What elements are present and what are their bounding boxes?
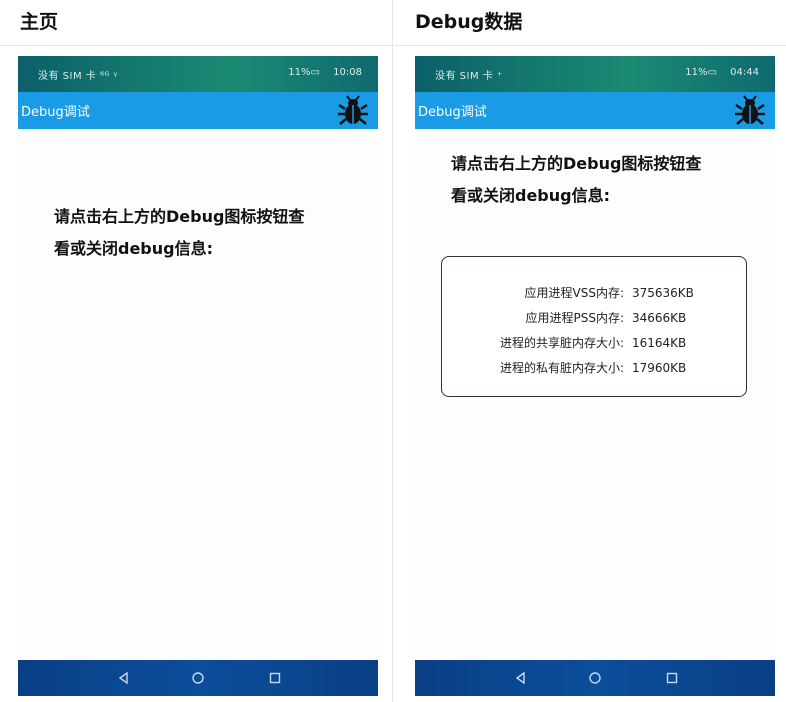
app-title: Debug调试 <box>418 105 487 120</box>
debug-row-shared-dirty: 进程的共享脏内存大小: 16164KB <box>442 332 746 354</box>
clock: 04:44 <box>730 67 759 78</box>
debug-label: 应用进程VSS内存: <box>524 286 625 300</box>
navigation-bar <box>415 660 775 696</box>
debug-value: 34666KB <box>632 311 687 325</box>
app-bar: Debug调试 <box>415 92 775 129</box>
carrier-status: 没有 SIM 卡 ⁶ᴳ ᵞ <box>38 71 118 82</box>
status-bar: 没有 SIM 卡 ⁺ 11%▭ 04:44 <box>415 56 775 92</box>
status-right-group: 11%▭ 04:44 <box>675 67 759 78</box>
status-right-group: 11%▭ 10:08 <box>278 67 362 78</box>
battery-status: 11%▭ <box>288 67 320 78</box>
instruction-line-2: 看或关闭debug信息: <box>54 239 214 258</box>
debug-row-pss: 应用进程PSS内存: 34666KB <box>442 307 746 329</box>
instruction-text: 请点击右上方的Debug图标按钮查 看或关闭debug信息: <box>54 201 354 265</box>
phone-screen: 没有 SIM 卡 ⁺ 11%▭ 04:44 Debug调试 请点击右上方的Deb… <box>415 56 775 696</box>
debug-value: 375636KB <box>632 286 694 300</box>
debug-row-vss: 应用进程VSS内存: 375636KB <box>442 282 746 304</box>
instruction-line-1: 请点击右上方的Debug图标按钮查 <box>54 207 305 226</box>
status-bar: 没有 SIM 卡 ⁶ᴳ ᵞ 11%▭ 10:08 <box>18 56 378 92</box>
app-title: Debug调试 <box>21 105 90 120</box>
home-circle-icon[interactable] <box>190 670 206 686</box>
main-content: 请点击右上方的Debug图标按钮查 看或关闭debug信息: <box>18 129 378 660</box>
carrier-status: 没有 SIM 卡 ⁺ <box>435 71 503 82</box>
bug-icon <box>735 95 765 125</box>
back-triangle-icon[interactable] <box>116 670 132 686</box>
debug-label: 进程的私有脏内存大小: <box>499 361 624 375</box>
battery-status: 11%▭ <box>685 67 717 78</box>
bug-icon <box>338 95 368 125</box>
recent-square-icon[interactable] <box>267 670 283 686</box>
debug-value: 16164KB <box>632 336 687 350</box>
instruction-line-1: 请点击右上方的Debug图标按钮查 <box>451 154 702 173</box>
debug-toggle-button[interactable] <box>733 94 767 128</box>
phone-screen: 没有 SIM 卡 ⁶ᴳ ᵞ 11%▭ 10:08 Debug调试 请点击右上方的… <box>18 56 378 696</box>
app-bar: Debug调试 <box>18 92 378 129</box>
main-content: 请点击右上方的Debug图标按钮查 看或关闭debug信息: 应用进程VSS内存… <box>415 129 775 660</box>
clock: 10:08 <box>333 67 362 78</box>
panel-debug-data: Debug数据 没有 SIM 卡 ⁺ 11%▭ 04:44 Debug调试 请点… <box>393 0 786 702</box>
debug-value: 17960KB <box>632 361 687 375</box>
debug-label: 应用进程PSS内存: <box>525 311 624 325</box>
back-triangle-icon[interactable] <box>513 670 529 686</box>
instruction-line-2: 看或关闭debug信息: <box>451 186 611 205</box>
debug-toggle-button[interactable] <box>336 94 370 128</box>
panel-home: 主页 没有 SIM 卡 ⁶ᴳ ᵞ 11%▭ 10:08 Debug调试 请点击右… <box>0 0 393 702</box>
navigation-bar <box>18 660 378 696</box>
home-circle-icon[interactable] <box>587 670 603 686</box>
panel-title: 主页 <box>0 0 392 46</box>
instruction-text: 请点击右上方的Debug图标按钮查 看或关闭debug信息: <box>451 148 751 212</box>
recent-square-icon[interactable] <box>664 670 680 686</box>
debug-label: 进程的共享脏内存大小: <box>499 336 624 350</box>
debug-row-private-dirty: 进程的私有脏内存大小: 17960KB <box>442 357 746 379</box>
panel-title: Debug数据 <box>393 0 786 46</box>
debug-info-panel: 应用进程VSS内存: 375636KB 应用进程PSS内存: 34666KB 进… <box>441 256 747 397</box>
